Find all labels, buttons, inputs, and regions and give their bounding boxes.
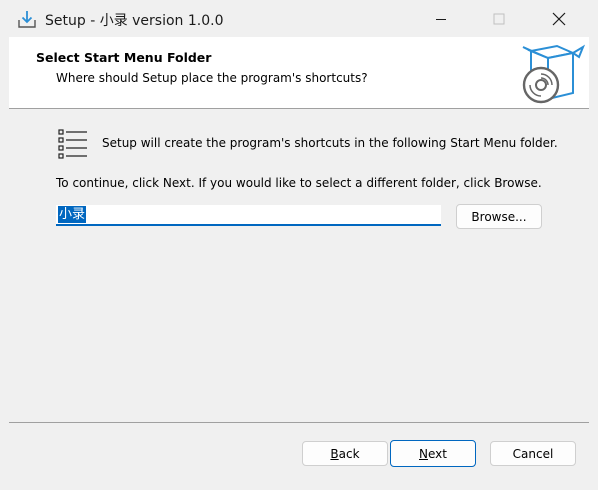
next-button[interactable]: Next <box>390 440 476 467</box>
info-text: Setup will create the program's shortcut… <box>102 136 558 150</box>
maximize-button[interactable] <box>470 0 528 37</box>
wizard-header: Select Start Menu Folder Where should Se… <box>9 37 589 109</box>
close-icon <box>552 12 566 25</box>
folder-input-value: 小录 <box>58 206 87 223</box>
setup-window: Setup - 小录 version 1.0.0 Select Start Me… <box>0 0 598 490</box>
back-mnemonic: B <box>330 446 339 461</box>
setup-app-icon <box>18 11 36 28</box>
instruction-text: To continue, click Next. If you would li… <box>56 176 542 190</box>
back-button[interactable]: Back <box>302 441 388 466</box>
start-menu-folder-input[interactable]: 小录 <box>56 205 441 226</box>
wizard-content: Setup will create the program's shortcut… <box>9 109 589 422</box>
cancel-label: Cancel <box>512 446 554 461</box>
window-title: Setup - 小录 version 1.0.0 <box>45 13 224 29</box>
next-mnemonic: N <box>419 446 428 461</box>
start-menu-list-icon <box>58 129 87 159</box>
back-label: ack <box>338 446 360 461</box>
setup-box-disc-icon <box>522 44 585 104</box>
next-label: ext <box>428 446 447 461</box>
close-button[interactable] <box>530 0 588 37</box>
page-subtitle: Where should Setup place the program's s… <box>56 71 368 85</box>
footer-divider <box>9 422 589 423</box>
minimize-button[interactable] <box>412 0 470 37</box>
title-bar[interactable]: Setup - 小录 version 1.0.0 <box>0 0 598 37</box>
browse-button[interactable]: Browse... <box>456 204 542 229</box>
minimize-icon <box>436 18 446 20</box>
cancel-button[interactable]: Cancel <box>490 441 576 466</box>
page-title: Select Start Menu Folder <box>36 50 212 65</box>
browse-label: Browse... <box>471 209 527 224</box>
maximize-icon <box>493 13 505 24</box>
